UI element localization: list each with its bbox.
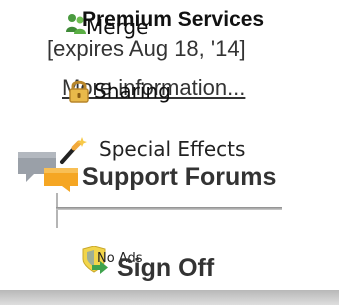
chat-bubbles-icon — [18, 152, 78, 192]
feature-sharing: Sharing — [94, 79, 171, 103]
support-forums-link[interactable]: Support Forums — [82, 163, 276, 192]
panel-bottom-shadow — [0, 290, 339, 305]
sign-off-link[interactable]: Sign Off — [117, 254, 214, 283]
feature-special-effects: Special Effects — [99, 137, 246, 161]
divider — [56, 193, 58, 228]
merge-people-icon — [66, 14, 86, 34]
divider — [56, 207, 282, 210]
expiry-date: [expires Aug 18, '14] — [47, 36, 246, 61]
lock-icon — [69, 80, 89, 103]
